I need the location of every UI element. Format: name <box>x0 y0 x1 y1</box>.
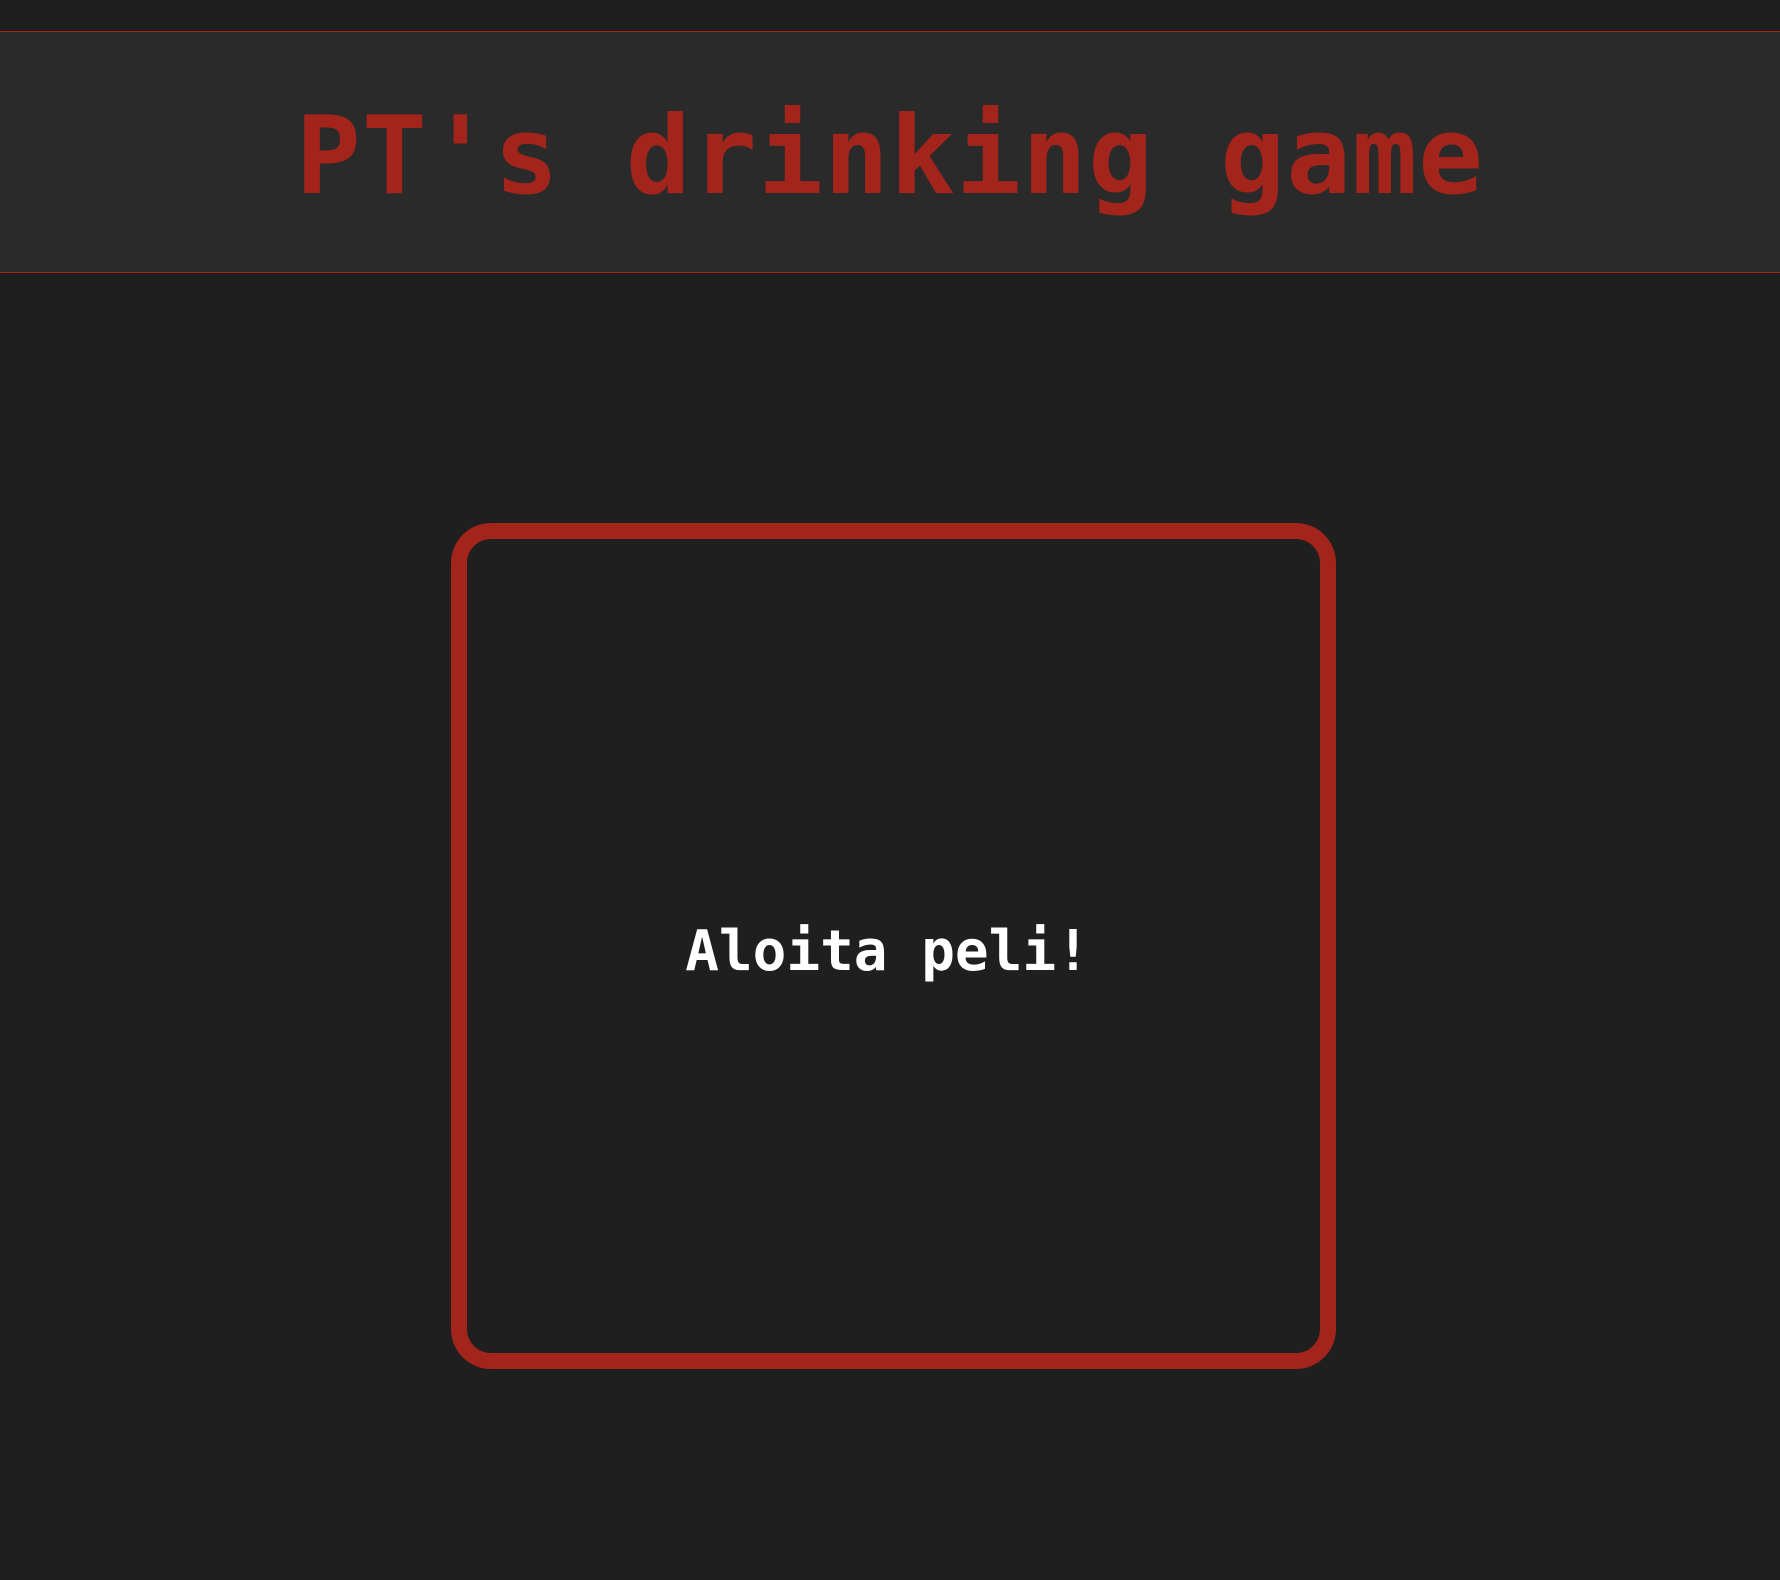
page-header: PT's drinking game <box>0 31 1780 273</box>
page-title: PT's drinking game <box>295 94 1485 219</box>
start-game-card[interactable]: Aloita peli! <box>451 523 1336 1369</box>
start-game-label[interactable]: Aloita peli! <box>685 924 1090 980</box>
